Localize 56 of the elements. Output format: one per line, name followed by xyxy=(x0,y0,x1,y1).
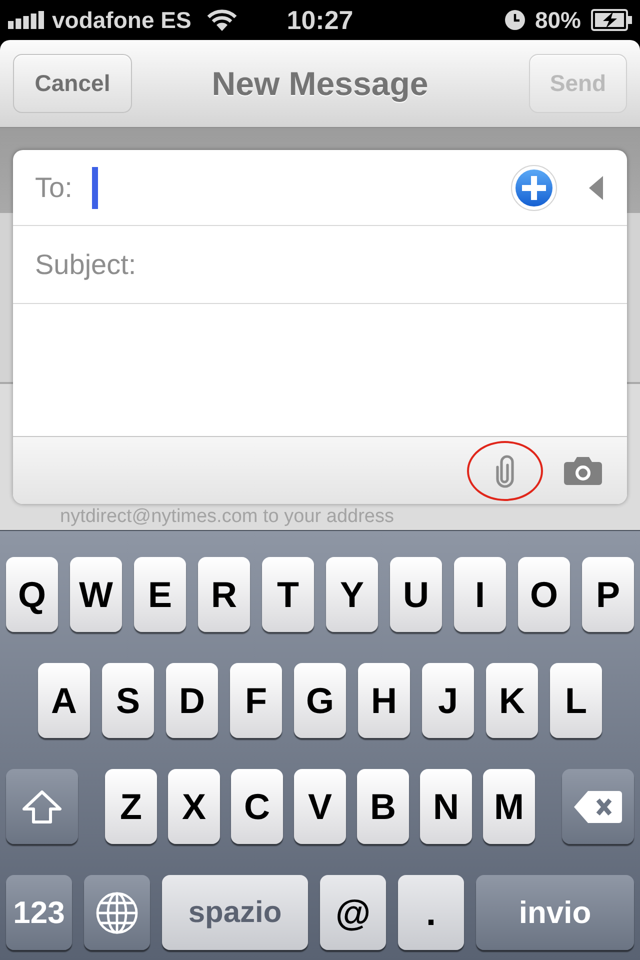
letter-key[interactable]: D xyxy=(166,663,218,738)
letter-key[interactable]: Z xyxy=(105,769,157,844)
cancel-button[interactable]: Cancel xyxy=(13,54,132,113)
letter-key[interactable]: V xyxy=(294,769,346,844)
disclosure-triangle-icon[interactable] xyxy=(589,176,603,200)
backspace-icon xyxy=(574,790,622,822)
letter-key[interactable]: M xyxy=(483,769,535,844)
paperclip-icon xyxy=(496,454,514,488)
delete-key[interactable] xyxy=(562,769,634,844)
letter-key[interactable]: S xyxy=(102,663,154,738)
letter-key[interactable]: J xyxy=(422,663,474,738)
text-cursor xyxy=(92,166,98,208)
attach-button[interactable] xyxy=(467,440,543,500)
globe-icon xyxy=(96,892,138,934)
letter-key[interactable]: C xyxy=(231,769,283,844)
return-key[interactable]: invio xyxy=(476,875,634,950)
battery-percentage: 80% xyxy=(534,8,581,32)
letter-key[interactable]: H xyxy=(358,663,410,738)
numbers-key[interactable]: 123 xyxy=(6,875,72,950)
shift-arrow-icon xyxy=(22,790,62,824)
background-email-text: nytdirect@nytimes.com to your address xyxy=(59,507,395,527)
letter-key[interactable]: R xyxy=(198,557,250,632)
letter-key[interactable]: N xyxy=(420,769,472,844)
letter-key[interactable]: X xyxy=(168,769,220,844)
shift-key[interactable] xyxy=(6,769,78,844)
subject-label: Subject: xyxy=(35,248,136,282)
letter-key[interactable]: Y xyxy=(326,557,378,632)
letter-key[interactable]: A xyxy=(38,663,90,738)
camera-icon xyxy=(564,456,602,484)
letter-key[interactable]: P xyxy=(582,557,634,632)
carrier-name: vodafone ES xyxy=(52,8,192,32)
symbol-key[interactable]: . xyxy=(398,875,464,950)
wifi-icon xyxy=(206,9,238,31)
letter-key[interactable]: T xyxy=(262,557,314,632)
to-label: To: xyxy=(35,170,72,204)
letter-key[interactable]: E xyxy=(134,557,186,632)
symbol-key[interactable]: @ xyxy=(320,875,386,950)
letter-key[interactable]: U xyxy=(390,557,442,632)
letter-key[interactable]: L xyxy=(550,663,602,738)
letter-key[interactable]: K xyxy=(486,663,538,738)
plus-icon xyxy=(511,164,557,210)
globe-key[interactable] xyxy=(84,875,150,950)
letter-key[interactable]: B xyxy=(357,769,409,844)
screen-title: New Message xyxy=(212,64,428,104)
letter-key[interactable]: W xyxy=(70,557,122,632)
space-key[interactable]: spazio xyxy=(162,875,308,950)
status-time: 10:27 xyxy=(286,7,354,33)
letter-key[interactable]: O xyxy=(518,557,570,632)
letter-key[interactable]: Q xyxy=(6,557,58,632)
letter-key[interactable]: F xyxy=(230,663,282,738)
signal-bars-icon xyxy=(8,11,45,29)
letter-key[interactable]: G xyxy=(294,663,346,738)
battery-charging-icon xyxy=(591,9,632,31)
clock-icon xyxy=(504,10,525,30)
letter-key[interactable]: I xyxy=(454,557,506,632)
add-contact-button[interactable] xyxy=(511,164,557,210)
